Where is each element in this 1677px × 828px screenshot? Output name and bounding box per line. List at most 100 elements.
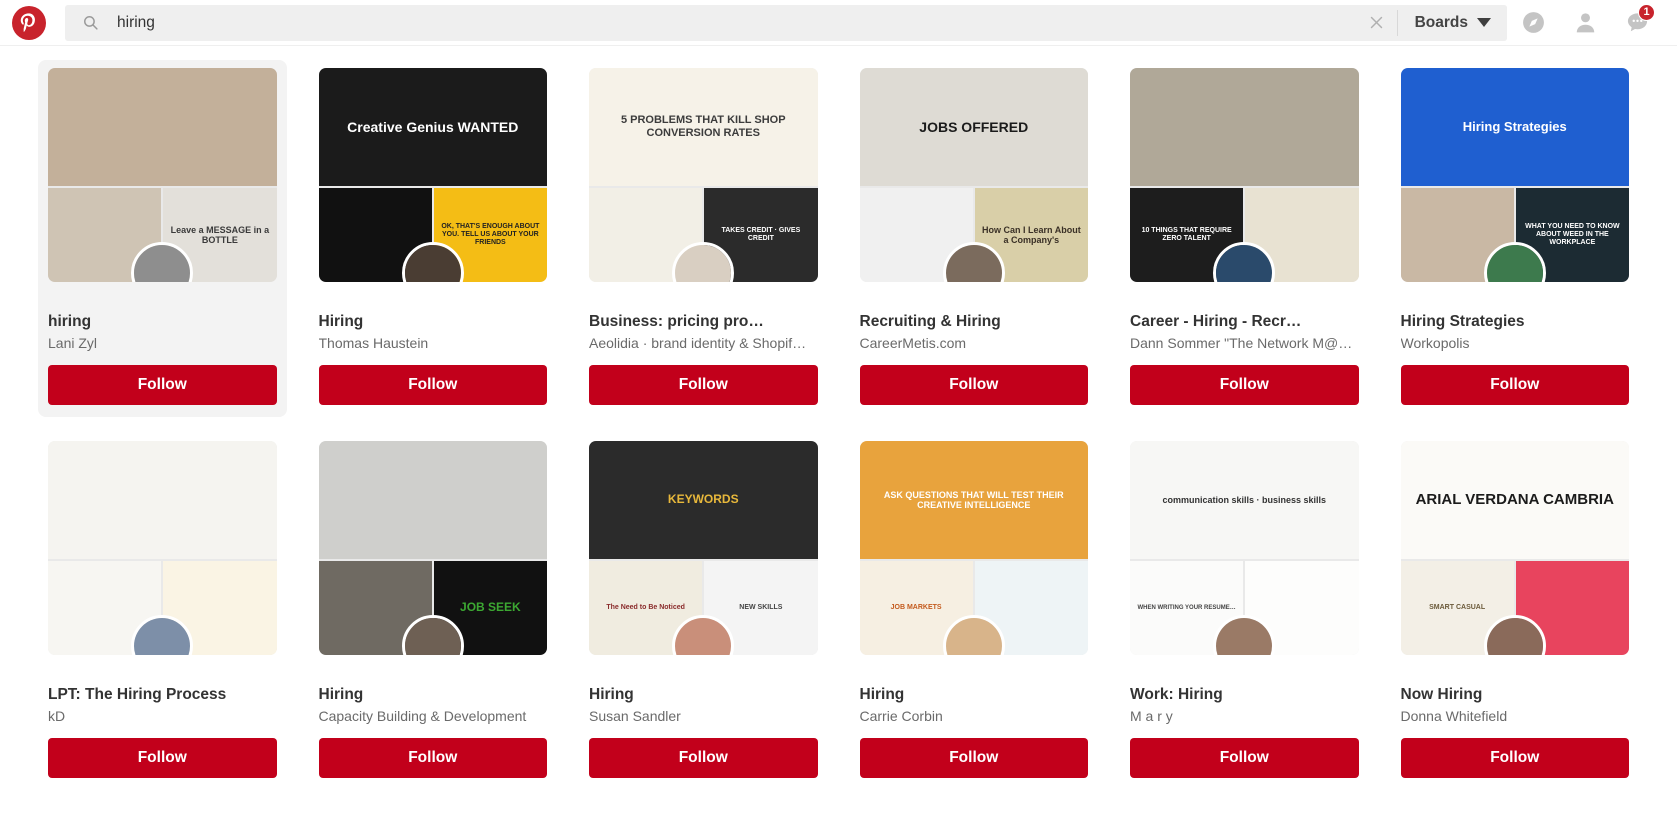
board-thumbnail-collage[interactable]: Hiring Strategies WHAT YOU NEED TO KNOW … [1400,68,1629,282]
board-card[interactable]: 5 PROBLEMS THAT KILL SHOP CONVERSION RAT… [579,60,828,417]
board-meta: Hiring Capacity Building & Development [319,685,548,726]
board-cover-caption [48,441,277,559]
board-title[interactable]: Now Hiring [1401,685,1630,705]
board-owner[interactable]: Thomas Haustein [319,333,548,353]
board-card[interactable]: ARIAL VERDANA CAMBRIA SMART CASUAL Now H… [1391,433,1640,790]
board-meta: Hiring Strategies Workopolis [1401,312,1630,353]
board-meta: Hiring Thomas Haustein [319,312,548,353]
board-cover-caption: JOBS OFFERED [919,118,1029,135]
board-card[interactable]: communication skills · business skills W… [1120,433,1369,790]
board-meta: Now Hiring Donna Whitefield [1401,685,1630,726]
board-title[interactable]: Hiring [860,685,1089,705]
board-thumbnail-collage[interactable]: 10 THINGS THAT REQUIRE ZERO TALENT [1130,68,1359,282]
board-thumbnail-collage[interactable]: JOBS OFFERED How Can I Learn About a Com… [859,68,1088,282]
board-title[interactable]: Career - Hiring - Recr… [1130,312,1359,332]
follow-button[interactable]: Follow [859,365,1088,405]
board-title[interactable]: Business: pricing pro… [589,312,818,332]
board-cover-caption [1130,68,1359,186]
board-title[interactable]: Hiring Strategies [1401,312,1630,332]
board-meta: hiring Lani Zyl [48,312,277,353]
board-title[interactable]: Hiring [589,685,818,705]
follow-button[interactable]: Follow [1400,365,1629,405]
board-cover-image [48,68,277,186]
board-meta: Work: Hiring M a r y [1130,685,1359,726]
board-owner[interactable]: Dann Sommer "The Network M@… [1130,333,1359,353]
board-owner[interactable]: M a r y [1130,706,1359,726]
follow-button[interactable]: Follow [589,738,818,778]
board-cover-caption: ASK QUESTIONS THAT WILL TEST THEIR CREAT… [883,489,1064,510]
board-thumbnail-collage[interactable] [48,441,277,655]
board-cover-caption: 5 PROBLEMS THAT KILL SHOP CONVERSION RAT… [620,114,786,139]
board-title[interactable]: LPT: The Hiring Process [48,685,277,705]
board-owner[interactable]: Susan Sandler [589,706,818,726]
board-thumbnail-collage[interactable]: communication skills · business skills W… [1130,441,1359,655]
follow-button[interactable]: Follow [589,365,818,405]
follow-button[interactable]: Follow [48,738,277,778]
board-cover-image [48,441,277,559]
board-card[interactable]: KEYWORDS The Need to Be Noticed NEW SKIL… [579,433,828,790]
board-owner[interactable]: Aeolidia · brand identity & Shopif… [589,333,818,353]
follow-button[interactable]: Follow [318,365,547,405]
board-card[interactable]: Leave a MESSAGE in a BOTTLE hiring Lani … [38,60,287,417]
board-owner[interactable]: Lani Zyl [48,333,277,353]
board-meta: Business: pricing pro… Aeolidia · brand … [589,312,818,353]
messages-badge: 1 [1638,3,1655,21]
board-cover-image: KEYWORDS [589,441,818,559]
board-card[interactable]: JOB SEEK Hiring Capacity Building & Deve… [309,433,558,790]
board-owner[interactable]: CareerMetis.com [860,333,1089,353]
board-meta: Hiring Carrie Corbin [860,685,1089,726]
board-card[interactable]: 10 THINGS THAT REQUIRE ZERO TALENT Caree… [1120,60,1369,417]
board-thumbnail-collage[interactable]: ARIAL VERDANA CAMBRIA SMART CASUAL [1400,441,1629,655]
board-title[interactable]: Work: Hiring [1130,685,1359,705]
search-bar[interactable]: Boards [65,4,1507,41]
board-thumbnail-collage[interactable]: Creative Genius WANTED OK, THAT'S ENOUGH… [318,68,547,282]
board-thumbnail-collage[interactable]: KEYWORDS The Need to Be Noticed NEW SKIL… [589,441,818,655]
board-owner[interactable]: Capacity Building & Development [319,706,548,726]
board-thumbnail-collage[interactable]: 5 PROBLEMS THAT KILL SHOP CONVERSION RAT… [589,68,818,282]
board-thumbnail-collage[interactable]: JOB SEEK [318,441,547,655]
follow-button[interactable]: Follow [859,738,1088,778]
follow-button[interactable]: Follow [48,365,277,405]
board-card[interactable]: Creative Genius WANTED OK, THAT'S ENOUGH… [309,60,558,417]
search-input[interactable] [107,4,1357,41]
board-owner[interactable]: Donna Whitefield [1401,706,1630,726]
board-title[interactable]: Recruiting & Hiring [860,312,1089,332]
compass-icon[interactable] [1507,0,1559,46]
header-icon-group: 1 [1507,0,1663,46]
board-meta: Career - Hiring - Recr… Dann Sommer "The… [1130,312,1359,353]
board-owner[interactable]: Carrie Corbin [860,706,1089,726]
boards-dropdown[interactable]: Boards [1397,4,1507,41]
board-card[interactable]: LPT: The Hiring Process kD Follow [38,433,287,790]
board-thumbnail-collage[interactable]: Leave a MESSAGE in a BOTTLE [48,68,277,282]
messages-icon[interactable]: 1 [1611,0,1663,46]
person-icon[interactable] [1559,0,1611,46]
pinterest-logo-icon[interactable] [12,5,46,40]
board-owner[interactable]: kD [48,706,277,726]
board-title[interactable]: Hiring [319,312,548,332]
follow-button[interactable]: Follow [1130,738,1359,778]
board-card[interactable]: JOBS OFFERED How Can I Learn About a Com… [850,60,1099,417]
board-cover-image: JOBS OFFERED [859,68,1088,186]
board-results-grid: Leave a MESSAGE in a BOTTLE hiring Lani … [0,46,1677,790]
board-title[interactable]: Hiring [319,685,548,705]
board-owner[interactable]: Workopolis [1401,333,1630,353]
board-meta: LPT: The Hiring Process kD [48,685,277,726]
board-meta: Recruiting & Hiring CareerMetis.com [860,312,1089,353]
board-cover-image: ARIAL VERDANA CAMBRIA [1400,441,1629,559]
board-cover-caption [48,68,277,186]
follow-button[interactable]: Follow [1400,738,1629,778]
follow-button[interactable]: Follow [1130,365,1359,405]
board-thumbnail-collage[interactable]: ASK QUESTIONS THAT WILL TEST THEIR CREAT… [859,441,1088,655]
board-cover-image: 5 PROBLEMS THAT KILL SHOP CONVERSION RAT… [589,68,818,186]
board-cover-caption: communication skills · business skills [1162,494,1327,505]
app-header: Boards 1 [0,0,1677,46]
board-title[interactable]: hiring [48,312,277,332]
board-cover-caption: ARIAL VERDANA CAMBRIA [1415,491,1614,509]
board-cover-caption: KEYWORDS [667,492,739,507]
follow-button[interactable]: Follow [318,738,547,778]
board-card[interactable]: ASK QUESTIONS THAT WILL TEST THEIR CREAT… [850,433,1099,790]
board-cover-image [1130,68,1359,186]
board-card[interactable]: Hiring Strategies WHAT YOU NEED TO KNOW … [1391,60,1640,417]
close-icon[interactable] [1357,5,1397,41]
board-cover-image: Hiring Strategies [1400,68,1629,186]
